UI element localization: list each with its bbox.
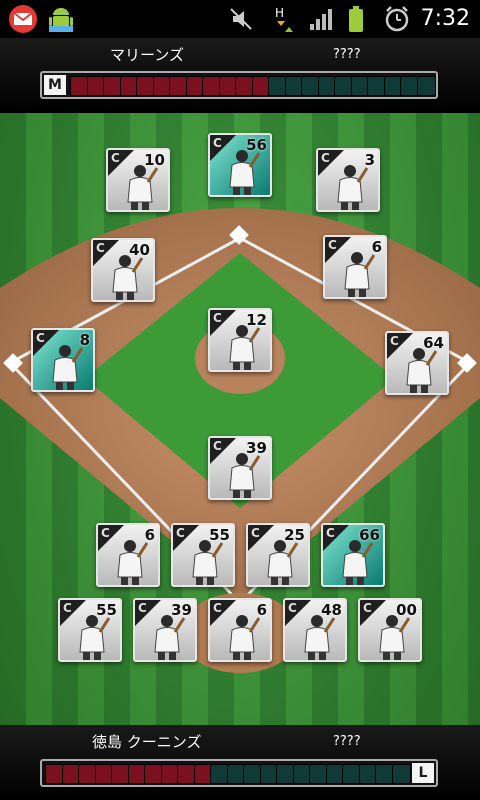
player-card[interactable]: C 10 (106, 148, 170, 212)
player-silhouette-icon (52, 345, 83, 390)
player-silhouette-icon (229, 325, 260, 370)
player-silhouette-icon (379, 615, 410, 660)
player-silhouette-icon (344, 252, 375, 297)
top-team-gauge: M (40, 71, 438, 99)
player-silhouette-icon (154, 615, 185, 660)
player-card[interactable]: C 55 (171, 523, 235, 587)
gauge-segment (416, 76, 436, 96)
top-team-score: ???? (333, 47, 361, 62)
player-card[interactable]: C6 (323, 235, 387, 299)
mute-icon (226, 4, 256, 34)
player-silhouette-icon (229, 615, 260, 660)
player-card[interactable]: C 55 (58, 598, 122, 662)
jersey-number: 3 (364, 151, 375, 169)
player-silhouette-icon (406, 348, 437, 393)
player-silhouette-icon (127, 165, 158, 210)
bottom-team-gauge: L (40, 759, 438, 787)
alarm-icon (382, 4, 412, 34)
top-team-panel: マリーンズ ???? M (0, 38, 480, 113)
player-card[interactable]: C8 (31, 328, 95, 392)
jersey-number: 25 (284, 526, 305, 544)
signal-icon (306, 4, 336, 34)
battery-icon (346, 4, 366, 34)
jersey-number: 6 (144, 526, 155, 544)
jersey-number: 12 (246, 311, 267, 329)
jersey-number: 64 (423, 334, 444, 352)
rank-c-icon: C (176, 526, 185, 540)
player-card[interactable]: C 40 (91, 238, 155, 302)
rank-c-icon: C (288, 601, 297, 615)
player-card[interactable]: C 25 (246, 523, 310, 587)
gauge-segment (391, 764, 411, 784)
player-card[interactable]: C 12 (208, 308, 272, 372)
jersey-number: 6 (371, 238, 382, 256)
jersey-number: 55 (209, 526, 230, 544)
rank-c-icon: C (96, 241, 105, 255)
player-silhouette-icon (342, 540, 373, 585)
rank-c-icon: C (213, 136, 222, 150)
jersey-number: 8 (79, 331, 90, 349)
player-card[interactable]: C6 (96, 523, 160, 587)
player-silhouette-icon (229, 150, 260, 195)
bottom-team-name: 徳島 クーニンズ (92, 733, 202, 751)
player-silhouette-icon (337, 165, 368, 210)
jersey-number: 55 (96, 601, 117, 619)
jersey-number: 66 (359, 526, 380, 544)
rank-c-icon: C (111, 151, 120, 165)
player-silhouette-icon (192, 540, 223, 585)
jersey-number: 6 (256, 601, 267, 619)
status-bar: H 7:32 (0, 0, 480, 38)
rank-c-icon: C (63, 601, 72, 615)
player-card[interactable]: C 39 (133, 598, 197, 662)
jersey-number: 48 (321, 601, 342, 619)
rank-c-icon: C (251, 526, 260, 540)
clock-time: 7:32 (420, 6, 470, 31)
rank-c-icon: C (390, 334, 399, 348)
player-card[interactable]: C 56 (208, 133, 272, 197)
rank-c-icon: C (138, 601, 147, 615)
jersey-number: 39 (246, 439, 267, 457)
rank-c-icon: C (213, 439, 222, 453)
rank-c-icon: C (213, 601, 222, 615)
rank-c-icon: C (321, 151, 330, 165)
rank-c-icon: C (101, 526, 110, 540)
player-card[interactable]: C 39 (208, 436, 272, 500)
rank-c-icon: C (36, 331, 45, 345)
jersey-number: 00 (396, 601, 417, 619)
top-team-name: マリーンズ (110, 46, 184, 64)
player-silhouette-icon (112, 255, 143, 300)
rank-c-icon: C (363, 601, 372, 615)
android-icon[interactable] (44, 4, 78, 34)
jersey-number: 40 (129, 241, 150, 259)
marines-logo-icon: M (44, 75, 66, 95)
rank-c-icon: C (326, 526, 335, 540)
player-card[interactable]: C 00 (358, 598, 422, 662)
mail-icon[interactable] (4, 4, 42, 34)
lions-logo-icon: L (412, 763, 434, 783)
jersey-number: 56 (246, 136, 267, 154)
player-card[interactable]: C 66 (321, 523, 385, 587)
player-card[interactable]: C6 (208, 598, 272, 662)
network-h-icon: H (270, 4, 296, 34)
player-silhouette-icon (229, 453, 260, 498)
bottom-team-panel: 徳島 クーニンズ ???? L (0, 725, 480, 800)
player-silhouette-icon (117, 540, 148, 585)
player-card[interactable]: C 64 (385, 331, 449, 395)
rank-c-icon: C (328, 238, 337, 252)
svg-text:H: H (275, 6, 284, 20)
player-card[interactable]: C3 (316, 148, 380, 212)
player-silhouette-icon (79, 615, 110, 660)
player-silhouette-icon (304, 615, 335, 660)
jersey-number: 10 (144, 151, 165, 169)
jersey-number: 39 (171, 601, 192, 619)
rank-c-icon: C (213, 311, 222, 325)
player-card[interactable]: C 48 (283, 598, 347, 662)
player-silhouette-icon (267, 540, 298, 585)
bottom-team-score: ???? (333, 734, 361, 749)
